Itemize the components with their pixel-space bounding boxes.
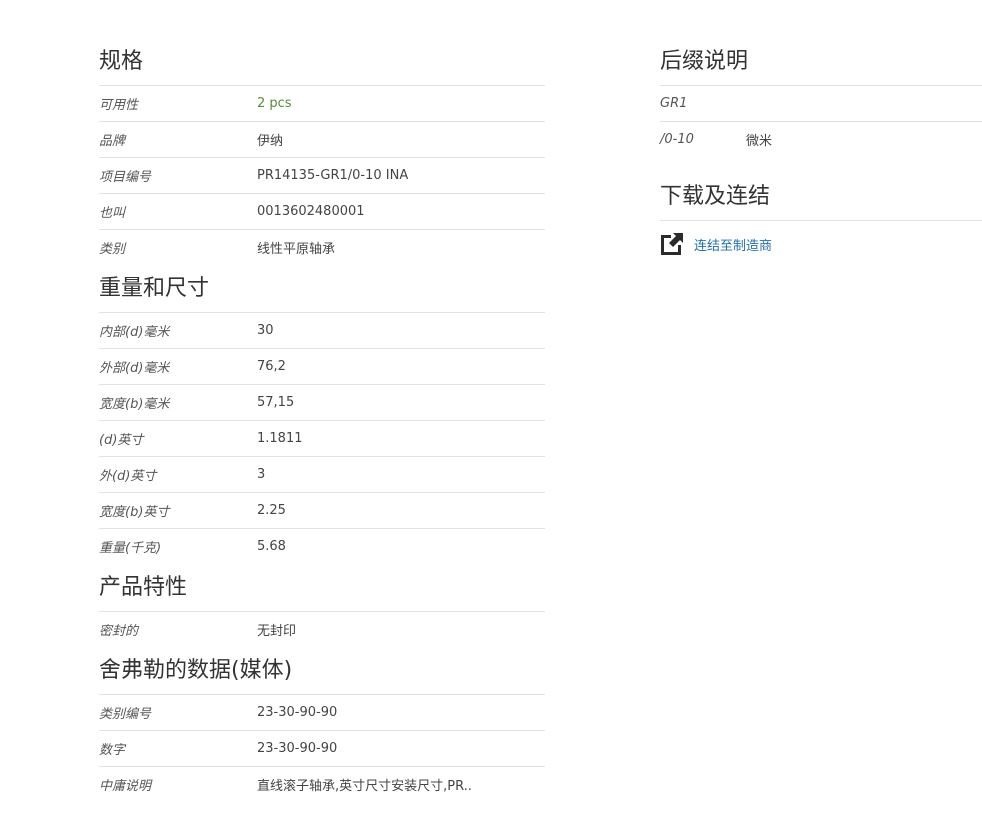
spec-value: 23-30-90-90	[257, 705, 338, 720]
schaeffler-row-category-number: 类别编号 23-30-90-90	[99, 695, 545, 731]
spec-row-availability: 可用性 2 pcs	[99, 86, 545, 122]
spec-label: 也叫	[99, 206, 126, 221]
schaeffler-row-description: 中庸说明 直线滚子轴承,英寸尺寸安装尺寸,PR..	[99, 767, 545, 802]
dim-row-weight: 重量(千克) 5.68	[99, 529, 545, 564]
manufacturer-link-row[interactable]: 连结至制造商	[660, 221, 982, 267]
spec-value: 微米	[746, 134, 773, 149]
spec-label: GR1	[660, 96, 688, 111]
spec-label: 类别	[99, 242, 126, 257]
section-title-specs: 规格	[99, 38, 545, 86]
section-title-suffix: 后缀说明	[660, 38, 982, 86]
dim-row-outer-mm: 外部(d)毫米 76,2	[99, 349, 545, 385]
section-title-downloads: 下载及连结	[660, 173, 982, 221]
spec-label: 外(d)英寸	[99, 469, 157, 484]
dim-row-width-inch: 宽度(b)英寸 2.25	[99, 493, 545, 529]
spec-row-item-number: 项目编号 PR14135-GR1/0-10 INA	[99, 158, 545, 194]
dim-row-inner-inch: (d)英寸 1.1811	[99, 421, 545, 457]
manufacturer-link[interactable]: 连结至制造商	[694, 235, 772, 254]
spec-value: 23-30-90-90	[257, 741, 338, 756]
spec-value: 3	[257, 467, 266, 482]
suffix-row-tolerance: /0-10 微米	[660, 122, 982, 157]
spec-value: 线性平原轴承	[257, 242, 336, 257]
spec-value: 76,2	[257, 359, 286, 374]
spec-label: (d)英寸	[99, 433, 144, 448]
section-title-features: 产品特性	[99, 564, 545, 612]
schaeffler-table: 类别编号 23-30-90-90 数字 23-30-90-90 中庸说明 直线滚…	[99, 695, 545, 802]
specs-table: 可用性 2 pcs 品牌 伊纳 项目编号 PR14135-GR1/0-10 IN…	[99, 86, 545, 265]
spec-label: 重量(千克)	[99, 541, 162, 556]
spec-label: 宽度(b)英寸	[99, 505, 170, 520]
spec-value: 2.25	[257, 503, 286, 518]
suffix-row-gr1: GR1	[660, 86, 982, 122]
spec-column: 规格 可用性 2 pcs 品牌 伊纳 项目编号 PR14135-GR1/0-10…	[99, 38, 545, 802]
spec-row-also-known: 也叫 0013602480001	[99, 194, 545, 230]
spec-label: 密封的	[99, 624, 139, 639]
dimensions-table: 内部(d)毫米 30 外部(d)毫米 76,2 宽度(b)毫米 57,15 (d…	[99, 313, 545, 564]
schaeffler-row-number: 数字 23-30-90-90	[99, 731, 545, 767]
spec-label: 宽度(b)毫米	[99, 397, 170, 412]
feature-row-sealed: 密封的 无封印	[99, 612, 545, 647]
spec-value: 伊纳	[257, 134, 284, 149]
spec-label: 中庸说明	[99, 779, 152, 794]
spec-label: 可用性	[99, 98, 139, 113]
dim-row-outer-inch: 外(d)英寸 3	[99, 457, 545, 493]
spec-row-category: 类别 线性平原轴承	[99, 230, 545, 265]
spec-label: /0-10	[660, 132, 694, 147]
spec-value: 直线滚子轴承,英寸尺寸安装尺寸,PR..	[257, 779, 472, 794]
section-title-dimensions: 重量和尺寸	[99, 265, 545, 313]
dim-row-width-mm: 宽度(b)毫米 57,15	[99, 385, 545, 421]
spec-value: 0013602480001	[257, 204, 365, 219]
spec-label: 内部(d)毫米	[99, 325, 170, 340]
spec-row-brand: 品牌 伊纳	[99, 122, 545, 158]
section-title-schaeffler: 舍弗勒的数据(媒体)	[99, 647, 545, 695]
spec-value: PR14135-GR1/0-10 INA	[257, 168, 409, 183]
spec-value: 1.1811	[257, 431, 303, 446]
spec-label: 项目编号	[99, 170, 152, 185]
spec-value: 5.68	[257, 539, 286, 554]
side-column: 后缀说明 GR1 /0-10 微米 下载及连结 连结至制造商	[660, 38, 982, 267]
spec-label: 数字	[99, 743, 126, 758]
features-table: 密封的 无封印	[99, 612, 545, 647]
spec-value: 30	[257, 323, 274, 338]
spec-label: 品牌	[99, 134, 126, 149]
availability-value: 2 pcs	[257, 96, 292, 111]
external-link-icon[interactable]	[660, 232, 684, 256]
spec-label: 类别编号	[99, 707, 152, 722]
spec-label: 外部(d)毫米	[99, 361, 170, 376]
spec-value: 57,15	[257, 395, 295, 410]
spec-value: 无封印	[257, 624, 297, 639]
suffix-table: GR1 /0-10 微米	[660, 86, 982, 157]
dim-row-inner-mm: 内部(d)毫米 30	[99, 313, 545, 349]
